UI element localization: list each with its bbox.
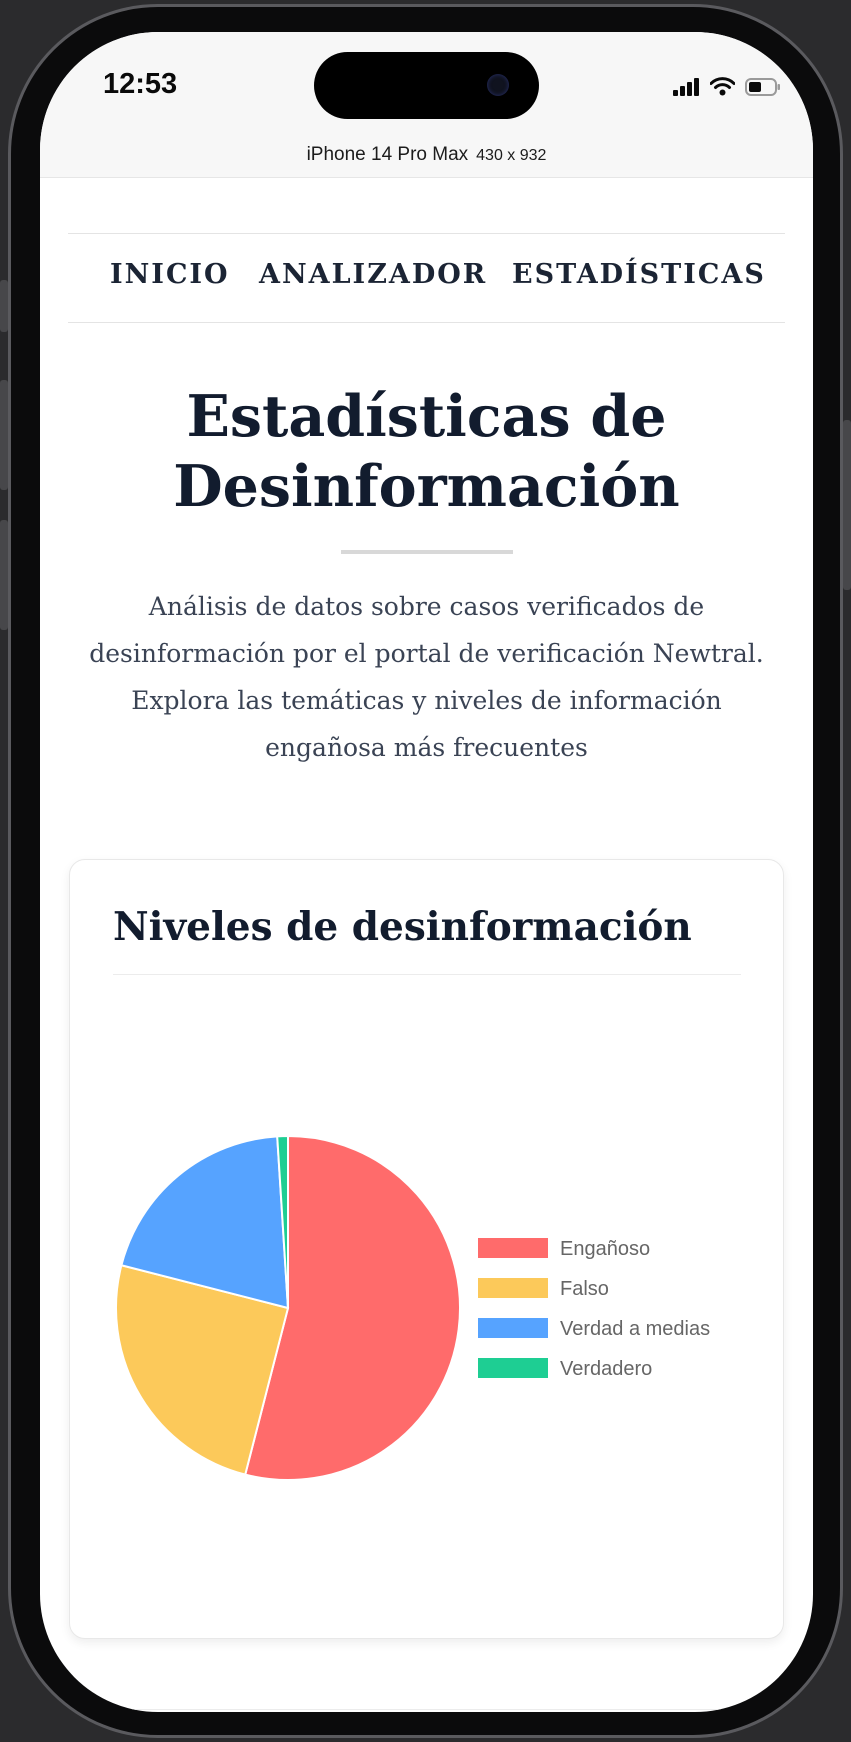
device-size: 430 x 932 [476, 147, 547, 164]
front-camera-icon [487, 74, 509, 96]
power-button [843, 420, 851, 590]
legend-label: Falso [560, 1278, 609, 1300]
legend-label: Verdad a medias [560, 1318, 710, 1340]
legend-item[interactable]: Falso [478, 1278, 609, 1300]
nav-item-analizador[interactable]: ANALIZADOR [259, 259, 487, 290]
page-title: Estadísticas de Desinformación [173, 383, 680, 520]
footer-divider [68, 1709, 785, 1710]
battery-icon [745, 78, 780, 96]
page-intro: Análisis de datos sobre casos verificado… [89, 592, 764, 762]
legend-item[interactable]: Verdad a medias [478, 1318, 710, 1340]
volume-down-button [0, 520, 8, 630]
device-label: iPhone 14 Pro Max 430 x 932 [40, 144, 813, 166]
legend-label: Verdadero [560, 1358, 652, 1380]
volume-up-button [0, 380, 8, 490]
screenshot-stage: 12:53 iPhone 14 Pro Max 430 x 932 INICIO… [0, 0, 851, 1742]
nav-item-inicio[interactable]: INICIO [110, 259, 230, 290]
pie-chart: Engañoso Falso Verdad a medias Verdadero [115, 1134, 710, 1481]
device-name: iPhone 14 Pro Max [306, 144, 469, 165]
legend-label: Engañoso [560, 1238, 650, 1260]
title-divider [341, 550, 513, 554]
nav-item-estadisticas[interactable]: ESTADÍSTICAS [512, 259, 766, 290]
legend-swatch [478, 1238, 548, 1258]
wifi-icon [710, 77, 735, 96]
legend-item[interactable]: Engañoso [478, 1238, 650, 1260]
main-nav: INICIO ANALIZADOR ESTADÍSTICAS [68, 233, 785, 323]
dynamic-island [314, 52, 539, 119]
phone-screen: 12:53 iPhone 14 Pro Max 430 x 932 INICIO… [40, 32, 813, 1712]
legend-swatch [478, 1358, 548, 1378]
status-time: 12:53 [103, 68, 178, 100]
cellular-signal-icon [673, 78, 699, 96]
legend-swatch [478, 1318, 548, 1338]
chart-card: Niveles de desinformación Engañoso Falso V… [69, 859, 784, 1639]
status-icons [673, 74, 781, 96]
legend-item[interactable]: Verdadero [478, 1358, 652, 1380]
status-bar: 12:53 iPhone 14 Pro Max 430 x 932 [40, 32, 813, 178]
action-button [0, 280, 8, 332]
legend-swatch [478, 1278, 548, 1298]
